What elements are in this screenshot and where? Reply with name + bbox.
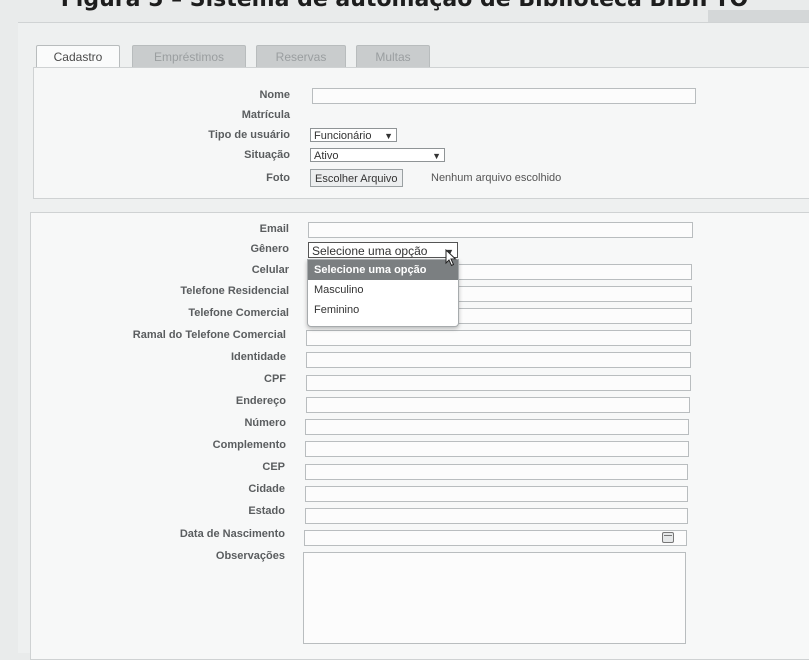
tab-reservas[interactable]: Reservas [256, 45, 346, 68]
identidade-input[interactable] [306, 352, 691, 368]
telefone-comercial-label: Telefone Comercial [188, 307, 289, 319]
estado-input[interactable] [305, 508, 688, 524]
tipo-usuario-select[interactable]: Funcionário ▼ [310, 128, 397, 142]
ramal-input[interactable] [306, 330, 691, 346]
tab-multas[interactable]: Multas [356, 45, 430, 68]
genero-dropdown-list: Selecione uma opção Masculino Feminino [307, 259, 459, 327]
tab-emprestimos[interactable]: Empréstimos [132, 45, 246, 68]
complemento-label: Complemento [212, 439, 286, 451]
tipo-usuario-value: Funcionário [314, 130, 372, 142]
data-nascimento-input[interactable] [304, 530, 687, 546]
celular-label: Celular [251, 264, 289, 276]
endereco-label: Endereço [235, 395, 286, 407]
email-input[interactable] [308, 222, 693, 238]
chevron-down-icon: ▼ [432, 151, 441, 161]
tab-cadastro[interactable]: Cadastro [36, 45, 120, 68]
situacao-select[interactable]: Ativo ▼ [310, 148, 445, 162]
complemento-input[interactable] [305, 441, 689, 457]
file-status: Nenhum arquivo escolhido [431, 172, 562, 184]
numero-label: Número [244, 417, 286, 429]
data-nascimento-label: Data de Nascimento [179, 528, 285, 540]
numero-input[interactable] [305, 419, 689, 435]
cidade-input[interactable] [305, 486, 688, 502]
endereco-input[interactable] [306, 397, 690, 413]
calendar-icon[interactable] [662, 532, 674, 543]
nome-input[interactable] [312, 88, 696, 104]
nome-label: Nome [259, 89, 290, 101]
cidade-label: Cidade [248, 483, 285, 495]
genero-option-masculino[interactable]: Masculino [308, 280, 458, 300]
basic-info-panel [33, 67, 809, 199]
identidade-label: Identidade [230, 351, 286, 363]
situacao-value: Ativo [314, 150, 339, 162]
telefone-residencial-label: Telefone Residencial [180, 285, 289, 297]
choose-file-button[interactable]: Escolher Arquivo [310, 169, 403, 187]
cpf-input[interactable] [306, 375, 691, 391]
estado-label: Estado [248, 505, 285, 517]
chevron-down-icon: ▼ [384, 131, 393, 141]
observacoes-textarea[interactable] [303, 552, 686, 644]
ramal-label: Ramal do Telefone Comercial [132, 329, 286, 341]
genero-label: Gênero [250, 243, 289, 255]
tipo-usuario-label: Tipo de usuário [208, 129, 290, 141]
genero-select[interactable]: Selecione uma opção ▼ [308, 242, 458, 258]
situacao-label: Situação [244, 149, 290, 161]
foto-label: Foto [266, 172, 290, 184]
matricula-label: Matrícula [241, 109, 290, 121]
figure-caption: Figura 5 – Sistema de automação de Bibli… [0, 0, 809, 12]
mouse-pointer-icon [445, 249, 457, 267]
observacoes-label: Observações [215, 550, 285, 562]
genero-value: Selecione uma opção [312, 244, 428, 258]
email-label: Email [259, 223, 289, 235]
genero-option-feminino[interactable]: Feminino [308, 300, 458, 320]
genero-option-placeholder[interactable]: Selecione uma opção [308, 260, 458, 280]
cep-input[interactable] [305, 464, 688, 480]
cpf-label: CPF [264, 373, 286, 385]
cep-label: CEP [262, 461, 285, 473]
